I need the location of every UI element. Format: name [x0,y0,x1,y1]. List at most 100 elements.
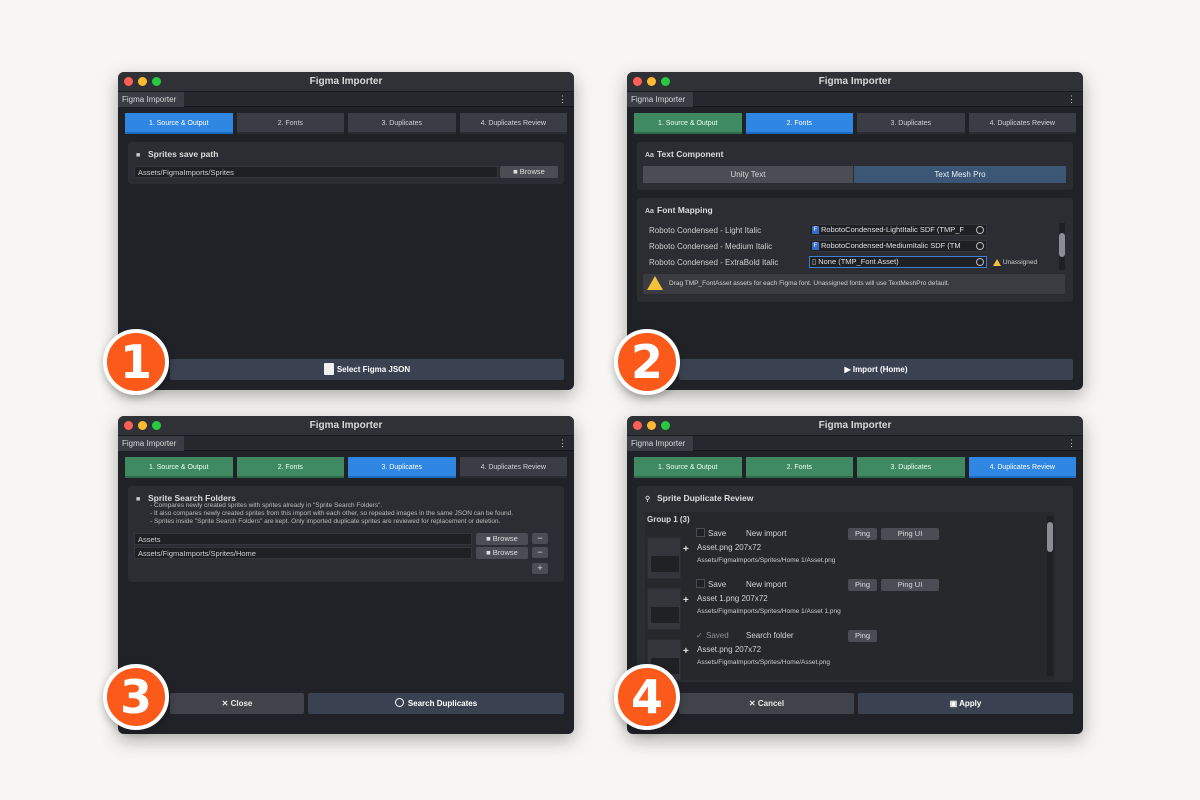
font-icon: Aa [645,208,654,215]
tab-fonts[interactable]: 2. Fonts [236,113,344,134]
ping-ui-button[interactable]: Ping UI [881,579,939,591]
sprites-save-path-section: ■ Sprites save path Assets/FigmaImports/S… [128,142,564,184]
editor-tab-strip: Figma Importer ⋮ [118,92,574,107]
ping-button[interactable]: Ping [848,579,877,591]
search-duplicates-button[interactable]: Search Duplicates [308,693,564,714]
font-mapping-row: Roboto Condensed - ExtraBold Italic ▯ No… [645,255,1059,270]
tmp-font-asset-field[interactable]: F RobotoCondensed-LightItalic SDF (TMP_F [809,224,987,236]
apply-button[interactable]: ▣ Apply [858,693,1073,714]
font-mapping-row: Roboto Condensed - Medium Italic F Roboto… [645,239,1059,254]
folder-icon: ■ [486,548,493,557]
save-label: Saved [706,631,729,640]
editor-tab[interactable]: Figma Importer [118,436,184,451]
tab-source-output[interactable]: 1. Source & Output [125,113,233,134]
ping-ui-button[interactable]: Ping UI [881,528,939,540]
search-folder-field[interactable]: Assets/FigmaImports/Sprites/Home [134,547,472,559]
save-label: Save [708,529,727,538]
browse-button[interactable]: ■ Browse [500,166,558,178]
object-picker-icon[interactable] [976,226,984,234]
importer-window-step-2: Figma Importer Figma Importer ⋮ 1. Sourc… [627,72,1083,390]
duplicate-list: Group 1 (3) + Save New import Ping Ping … [645,512,1055,681]
tab-source-output[interactable]: 1. Source & Output [634,113,742,134]
mapping-scrollbar[interactable] [1059,223,1065,270]
save-checkbox[interactable] [696,579,705,588]
more-options-icon[interactable]: ⋮ [1067,92,1076,107]
editor-tab-strip: Figma Importer ⋮ [118,436,574,451]
description-line: - Compares newly created sprites with sp… [150,502,383,509]
object-picker-icon[interactable] [976,258,984,266]
tab-fonts[interactable]: 2. Fonts [745,113,853,134]
title-bar: Figma Importer [118,416,574,436]
asset-path: Assets/FigmaImports/Sprites/Home 1/Asset… [697,557,836,564]
tab-duplicates-review[interactable]: 4. Duplicates Review [459,457,567,478]
object-picker-icon[interactable] [976,242,984,250]
tmp-font-asset-field[interactable]: ▯ None (TMP_Font Asset) [809,256,987,268]
save-icon: ▣ [949,699,960,708]
sprite-thumbnail [647,588,681,630]
help-box: Drag TMP_FontAsset assets for each Figma… [643,274,1065,294]
importer-window-step-3: Figma Importer Figma Importer ⋮ 1. Sourc… [118,416,574,734]
tab-fonts[interactable]: 2. Fonts [745,457,853,478]
tab-source-output[interactable]: 1. Source & Output [634,457,742,478]
search-folder-field[interactable]: Assets [134,533,472,545]
step-badge-4: 4 [614,664,680,730]
save-path-field[interactable]: Assets/FigmaImports/Sprites [134,166,498,178]
tab-duplicates[interactable]: 3. Duplicates [348,113,456,134]
file-name: Asset 1.png [697,594,740,603]
step-tabs: 1. Source & Output 2. Fonts 3. Duplicate… [125,113,567,134]
ping-button[interactable]: Ping [848,528,877,540]
scroll-thumb[interactable] [1047,522,1053,552]
tab-duplicates[interactable]: 3. Duplicates [857,457,965,478]
step-tabs: 1. Source & Output 2. Fonts 3. Duplicate… [634,113,1076,134]
close-button[interactable]: ✕ Close [170,693,304,714]
scroll-thumb[interactable] [1059,233,1065,257]
figma-font-name: Roboto Condensed - Medium Italic [649,242,773,251]
folder-icon: ■ [513,167,520,176]
tab-duplicates-review[interactable]: 4. Duplicates Review [968,113,1076,134]
file-name: Asset.png [697,543,733,552]
close-icon: ✕ [221,699,231,708]
unassigned-label: Unassigned [1002,259,1038,266]
group-header[interactable]: Group 1 (3) [647,515,690,524]
import-home-button[interactable]: ▶ Import (Home) [679,359,1073,380]
browse-button[interactable]: ■ Browse [476,547,528,559]
tab-duplicates[interactable]: 3. Duplicates [857,113,965,134]
file-size: 207x72 [734,645,762,654]
more-options-icon[interactable]: ⋮ [1067,436,1076,451]
saved-check-icon: ✓ [696,631,703,640]
search-icon: ⚲ [645,496,651,503]
select-figma-json-button[interactable]: Select Figma JSON [170,359,564,380]
editor-tab[interactable]: Figma Importer [627,436,693,451]
ping-button[interactable]: Ping [848,630,877,642]
more-options-icon[interactable]: ⋮ [558,436,567,451]
unity-text-option[interactable]: Unity Text [643,166,853,183]
cancel-button[interactable]: ✕ Cancel [679,693,854,714]
editor-tab[interactable]: Figma Importer [118,92,184,107]
asset-path: Assets/FigmaImports/Sprites/Home 1/Asset… [697,608,841,615]
more-options-icon[interactable]: ⋮ [558,92,567,107]
editor-tab[interactable]: Figma Importer [627,92,693,107]
browse-button[interactable]: ■ Browse [476,533,528,545]
plus-icon: + [683,595,689,606]
remove-folder-button[interactable]: − [532,547,548,558]
tab-source-output[interactable]: 1. Source & Output [125,457,233,478]
tab-duplicates-review[interactable]: 4. Duplicates Review [459,113,567,134]
window-title: Figma Importer [309,420,383,431]
section-title: Sprite Duplicate Review [657,493,754,503]
plus-icon: + [683,646,689,657]
warning-icon [993,258,1001,266]
file-size: 207x72 [741,594,768,603]
figma-font-name: Roboto Condensed - ExtraBold Italic [649,258,779,267]
tab-fonts[interactable]: 2. Fonts [236,457,344,478]
tab-duplicates[interactable]: 3. Duplicates [348,457,456,478]
kind-label: New import [746,580,787,589]
save-checkbox[interactable] [696,528,705,537]
add-folder-button[interactable]: + [532,563,548,574]
text-mesh-pro-option[interactable]: Text Mesh Pro [854,166,1066,183]
tmp-font-asset-field[interactable]: F RobotoCondensed-MediumItalic SDF (TM [809,240,987,252]
tab-duplicates-review[interactable]: 4. Duplicates Review [968,457,1076,478]
remove-folder-button[interactable]: − [532,533,548,544]
review-scrollbar[interactable] [1047,516,1053,676]
importer-window-step-1: Figma Importer Figma Importer ⋮ 1. Sourc… [118,72,574,390]
description-line: - It also compares newly created sprites… [150,510,514,517]
